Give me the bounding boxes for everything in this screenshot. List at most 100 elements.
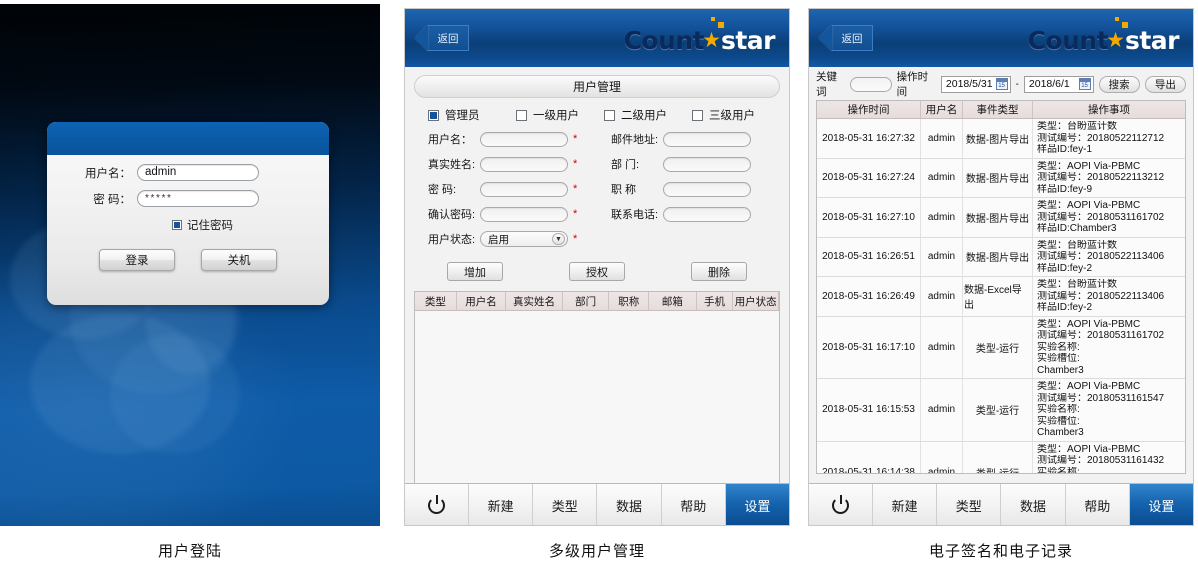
user-grid-header: 类型 用户名 真实姓名 部门 职称 邮箱 手机 用户状态 [415, 292, 779, 311]
field-username: 用户名： * [414, 129, 597, 149]
detail-line: 类型：台盼蓝计数 [1037, 279, 1117, 290]
nav-power-button[interactable] [405, 484, 469, 525]
checkbox-icon[interactable] [604, 109, 615, 121]
confirm-password-input[interactable] [480, 206, 568, 222]
audit-log-table: 操作时间 用户名 事件类型 操作事项 2018-05-31 16:27:32 ad… [816, 100, 1186, 474]
user-type-level3[interactable]: 三级用户 [692, 107, 780, 123]
date-from-input[interactable]: 2018/5/31 15 [940, 75, 1011, 93]
user-status-value: 启用 [488, 233, 509, 246]
table-row[interactable]: 2018-05-31 16:17:10 admin 类型-运行 类型：AOPI Via… [817, 316, 1185, 379]
user-status-select[interactable]: 启用 ▼ [480, 231, 568, 247]
authorize-button[interactable]: 授权 [569, 262, 625, 281]
user-type-label: 二级用户 [621, 110, 667, 122]
date-to-value: 2018/6/1 [1028, 78, 1070, 90]
detail-line: 类型：台盼蓝计数 [1037, 121, 1117, 132]
back-button-label: 返回 [427, 25, 469, 51]
table-row[interactable]: 2018-05-31 16:27:10 admin 数据-图片导出 类型：AOPI V… [817, 198, 1185, 238]
password-input[interactable]: ***** [137, 190, 259, 207]
keyword-input[interactable] [850, 76, 892, 92]
column-header-type[interactable]: 类型 [415, 292, 457, 310]
remember-password-row[interactable]: 记住密码 [47, 217, 329, 233]
column-header-department[interactable]: 部门 [563, 292, 610, 310]
nav-item-help[interactable]: 帮助 [661, 484, 726, 525]
checkbox-icon[interactable] [516, 109, 527, 121]
phone-input[interactable] [663, 206, 751, 222]
column-header-operation-detail[interactable]: 操作事项 [1033, 101, 1185, 118]
user-type-level1[interactable]: 一级用户 [516, 107, 604, 123]
screenshot-stage: 用户名： admin 密 码： ***** 记住密码 登录 关机 用户登陆 返回 [0, 0, 1198, 583]
nav-item-new[interactable]: 新建 [873, 484, 938, 525]
cell-username: admin [921, 316, 963, 378]
add-user-button[interactable]: 增加 [447, 262, 503, 281]
detail-line: 样品ID:Chamber3 [1037, 223, 1117, 234]
nav-item-help[interactable]: 帮助 [1065, 484, 1130, 525]
detail-line: 类型：AOPI Via-PBMC [1037, 160, 1141, 172]
remember-password-checkbox[interactable] [172, 220, 182, 230]
password-input[interactable] [480, 181, 568, 197]
column-header-event-type[interactable]: 事件类型 [963, 101, 1033, 118]
login-button[interactable]: 登录 [99, 249, 175, 271]
cell-event-type: 类型-运行 [963, 379, 1033, 441]
login-dialog: 用户名： admin 密 码： ***** 记住密码 登录 关机 [47, 122, 329, 305]
nav-item-settings[interactable]: 设置 [1129, 484, 1193, 525]
username-input[interactable]: admin [137, 164, 259, 181]
checkbox-icon[interactable] [692, 109, 703, 121]
cell-event-type: 数据-图片导出 [963, 198, 1033, 237]
required-marker: * [573, 233, 578, 245]
countstar-logo: Count ★ star [624, 23, 776, 55]
nav-item-new[interactable]: 新建 [469, 484, 534, 525]
title-input[interactable] [663, 181, 751, 197]
column-header-operation-time[interactable]: 操作时间 [817, 101, 921, 118]
export-button[interactable]: 导出 [1144, 75, 1187, 93]
back-button[interactable]: 返回 [819, 25, 873, 51]
calendar-icon[interactable]: 15 [995, 78, 1008, 90]
nav-power-button[interactable] [809, 484, 873, 525]
back-button[interactable]: 返回 [415, 25, 469, 51]
table-row[interactable]: 2018-05-31 16:15:53 admin 类型-运行 类型：AOPI Via… [817, 379, 1185, 442]
user-grid-body [415, 311, 779, 503]
table-row[interactable]: 2018-05-31 16:14:38admin类型-运行类型：AOPI Via… [817, 441, 1185, 474]
calendar-icon[interactable]: 15 [1078, 78, 1091, 90]
username-input[interactable] [480, 131, 568, 147]
nav-item-settings[interactable]: 设置 [725, 484, 789, 525]
detail-line: 测试编号：20180531161702 [1037, 211, 1165, 223]
shutdown-button[interactable]: 关机 [201, 249, 277, 271]
table-row[interactable]: 2018-05-31 16:27:24 admin 数据-图片导出 类型：AOPI V… [817, 158, 1185, 198]
chevron-down-icon[interactable]: ▼ [552, 233, 565, 245]
login-dialog-titlebar [47, 122, 329, 155]
delete-user-button[interactable]: 删除 [691, 262, 747, 281]
user-type-admin[interactable]: 管理员 [414, 107, 516, 123]
table-row[interactable]: 2018-05-31 16:26:51 admin 数据-图片导出 类型：台盼蓝计数测… [817, 237, 1185, 277]
column-header-username[interactable]: 用户名 [457, 292, 507, 310]
department-input[interactable] [663, 156, 751, 172]
star-icon: ★ [702, 29, 721, 52]
required-marker: * [573, 158, 578, 170]
nav-item-type[interactable]: 类型 [533, 484, 598, 525]
cell-event-type: 类型-运行 [963, 316, 1033, 378]
audit-log-screen: 返回 Count ★ star 关键词 操作时间 2018/5/31 15 - [808, 8, 1194, 526]
date-to-input[interactable]: 2018/6/1 15 [1023, 75, 1094, 93]
checkbox-icon[interactable] [428, 109, 439, 121]
table-row[interactable]: 2018-05-31 16:26:49 admin 数据-Excel导出 类型：台盼蓝… [817, 277, 1185, 317]
column-header-realname[interactable]: 真实姓名 [506, 292, 563, 310]
power-icon [832, 495, 849, 514]
column-header-status[interactable]: 用户状态 [733, 292, 779, 310]
nav-item-type[interactable]: 类型 [937, 484, 1002, 525]
column-header-title[interactable]: 职称 [609, 292, 650, 310]
table-row[interactable]: 2018-05-31 16:27:32 admin 数据-图片导出 类型：台盼蓝计数测… [817, 119, 1185, 159]
column-header-phone[interactable]: 手机 [697, 292, 734, 310]
column-header-username[interactable]: 用户名 [921, 101, 963, 118]
nav-item-data[interactable]: 数据 [597, 484, 662, 525]
required-marker: * [573, 133, 578, 145]
email-input[interactable] [663, 131, 751, 147]
search-button[interactable]: 搜索 [1098, 75, 1140, 93]
nav-item-data[interactable]: 数据 [1001, 484, 1066, 525]
date-range-separator: - [1015, 78, 1019, 90]
user-management-body: 用户管理 管理员 一级用户 二级用户 三级用户 用户名： * 真实姓名: * 密… [405, 67, 789, 503]
field-email: 邮件地址: [597, 129, 780, 149]
column-header-email[interactable]: 邮箱 [649, 292, 697, 310]
user-type-level2[interactable]: 二级用户 [604, 107, 692, 123]
cell-operation-detail: 类型：AOPI Via-PBMC 测试编号：20180531161432 实验名称:… [1033, 442, 1185, 474]
field-label: 邮件地址: [611, 134, 659, 146]
realname-input[interactable] [480, 156, 568, 172]
